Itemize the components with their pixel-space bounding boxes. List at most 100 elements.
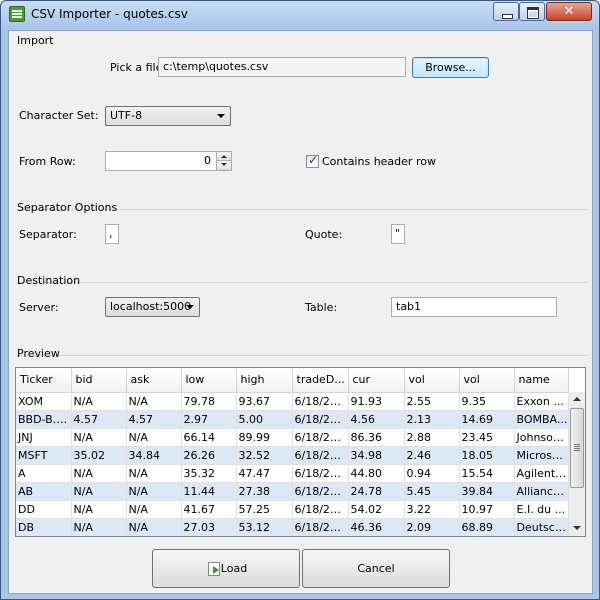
close-icon: ✕ (563, 4, 575, 19)
table-cell: 6/18/2013 (292, 428, 349, 447)
table-cell: 3.22 (404, 500, 460, 519)
cancel-button[interactable]: Cancel (302, 549, 450, 588)
table-name-field[interactable]: tab1 (391, 297, 557, 317)
table-cell: 35.02 (71, 446, 127, 465)
quote-field[interactable]: " (391, 224, 405, 244)
table-cell: 23.45 (459, 428, 515, 447)
preview-divider (17, 355, 587, 356)
column-header[interactable]: bid (71, 368, 127, 393)
table-cell: 66.14 (181, 428, 237, 447)
dialog-body: Import Pick a file c:\temp\quotes.csv Br… (8, 30, 593, 594)
table-label: Table: (305, 301, 338, 314)
table-cell: N/A (71, 428, 127, 447)
scroll-down-arrow-icon[interactable] (570, 521, 584, 535)
table-row[interactable]: MSFT 35.02 34.84 26.26 32.52 6/18/2013 34.98 2.… (16, 446, 569, 465)
column-header[interactable]: cur (348, 368, 405, 393)
table-row[interactable]: AB N/A N/A 11.44 27.38 6/18/2013 24.78 5.45 39.8… (16, 482, 569, 501)
table-cell: 91.93 (348, 392, 405, 411)
table-cell: 32.52 (236, 446, 293, 465)
table-cell: 26.26 (181, 446, 237, 465)
table-cell: 6/18/2013 (292, 392, 349, 411)
table-cell: DB (16, 518, 72, 536)
table-row[interactable]: XOM N/A N/A 79.78 93.67 6/18/2013 91.93 2.55 9.3… (16, 392, 569, 411)
column-header[interactable]: low (181, 368, 237, 393)
charset-select[interactable]: UTF-8 (105, 106, 231, 126)
server-select[interactable]: localhost:5000 (105, 297, 200, 317)
table-cell: 10.97 (459, 500, 515, 519)
table-row[interactable]: JNJ N/A N/A 66.14 89.99 6/18/2013 86.36 2.88 23.… (16, 428, 569, 447)
table-cell: 46.36 (348, 518, 405, 536)
contains-header-checkbox[interactable] (306, 153, 319, 168)
table-cell: 53.12 (236, 518, 293, 536)
scroll-up-arrow-icon[interactable] (570, 393, 584, 407)
stepper-buttons (216, 152, 231, 170)
contains-header-label[interactable]: Contains header row (322, 155, 436, 168)
table-cell: 6/18/2013 (292, 500, 349, 519)
table-cell: JNJ (16, 428, 72, 447)
table-cell: BOMBA... (514, 410, 569, 429)
column-header[interactable]: vol (459, 368, 515, 393)
scroll-thumb[interactable] (570, 408, 584, 488)
table-cell: N/A (126, 518, 182, 536)
column-header[interactable]: tradeD... (292, 368, 349, 393)
increment-arrow-icon[interactable] (217, 152, 231, 161)
table-cell: 27.38 (236, 482, 293, 501)
separator-section-label: Separator Options (17, 201, 118, 214)
quote-label: Quote: (305, 228, 343, 241)
table-cell: 6/18/2013 (292, 446, 349, 465)
table-row[interactable]: DB N/A N/A 27.03 53.12 6/18/2013 46.36 2.09 68.8… (16, 518, 569, 536)
table-cell: 2.46 (404, 446, 460, 465)
table-cell: BBD-B.TO (16, 410, 72, 429)
table-cell: 6/18/2013 (292, 410, 349, 429)
load-button[interactable]: Load (152, 549, 300, 588)
preview-section-label: Preview (17, 347, 60, 360)
chevron-down-icon (186, 305, 194, 309)
column-header[interactable]: high (236, 368, 293, 393)
table-cell: 93.67 (236, 392, 293, 411)
column-header[interactable]: name (514, 368, 569, 393)
browse-button[interactable]: Browse... (412, 57, 489, 78)
table-cell: 5.45 (404, 482, 460, 501)
table-row[interactable]: A N/A N/A 35.32 47.47 6/18/2013 44.80 0.94 15.54… (16, 464, 569, 483)
header-row: Ticker bid ask low high tradeD... cur vo… (16, 368, 569, 393)
table-cell: N/A (126, 500, 182, 519)
charset-label: Character Set: (19, 109, 99, 122)
table-cell: 44.80 (348, 464, 405, 483)
table-cell: 15.54 (459, 464, 515, 483)
import-section-label: Import (17, 34, 54, 47)
table-cell: 4.56 (348, 410, 405, 429)
maximize-button[interactable] (519, 2, 545, 21)
preview-rows: XOM N/A N/A 79.78 93.67 6/18/2013 91.93 2.55 9.3… (16, 392, 569, 536)
table-row[interactable]: BBD-B.TO 4.57 4.57 2.97 5.00 6/18/2013 4.56 2.1… (16, 410, 569, 429)
table-cell: 4.57 (71, 410, 127, 429)
column-header[interactable]: ask (126, 368, 182, 393)
table-cell: 9.35 (459, 392, 515, 411)
table-cell: 2.97 (181, 410, 237, 429)
table-cell: 2.88 (404, 428, 460, 447)
table-row[interactable]: DD N/A N/A 41.67 57.25 6/18/2013 54.02 3.22 10.9… (16, 500, 569, 519)
decrement-arrow-icon[interactable] (217, 161, 231, 170)
column-header[interactable]: Ticker (16, 368, 72, 393)
close-button[interactable]: ✕ (546, 2, 592, 21)
separator-label: Separator: (19, 228, 77, 241)
destination-divider (17, 282, 587, 283)
separator-field[interactable]: , (105, 224, 119, 244)
table-cell: 41.67 (181, 500, 237, 519)
table-cell: 11.44 (181, 482, 237, 501)
chevron-down-icon (217, 114, 225, 118)
table-cell: 35.32 (181, 464, 237, 483)
file-path-field[interactable]: c:\temp\quotes.csv (158, 57, 406, 77)
table-cell: 79.78 (181, 392, 237, 411)
title-bar[interactable]: CSV Importer - quotes.csv ✕ (1, 1, 599, 27)
vertical-scrollbar[interactable] (568, 392, 585, 536)
table-cell: 47.47 (236, 464, 293, 483)
charset-value: UTF-8 (110, 109, 143, 122)
from-row-stepper[interactable]: 0 (105, 151, 232, 171)
table-cell: Deutsch... (514, 518, 569, 536)
preview-grid[interactable]: Ticker bid ask low high tradeD... cur vo… (15, 367, 586, 537)
minimize-button[interactable] (493, 2, 519, 21)
csv-importer-window: CSV Importer - quotes.csv ✕ Import Pick … (0, 0, 600, 600)
table-cell: 6/18/2013 (292, 482, 349, 501)
table-cell: AB (16, 482, 72, 501)
column-header[interactable]: vol (404, 368, 460, 393)
